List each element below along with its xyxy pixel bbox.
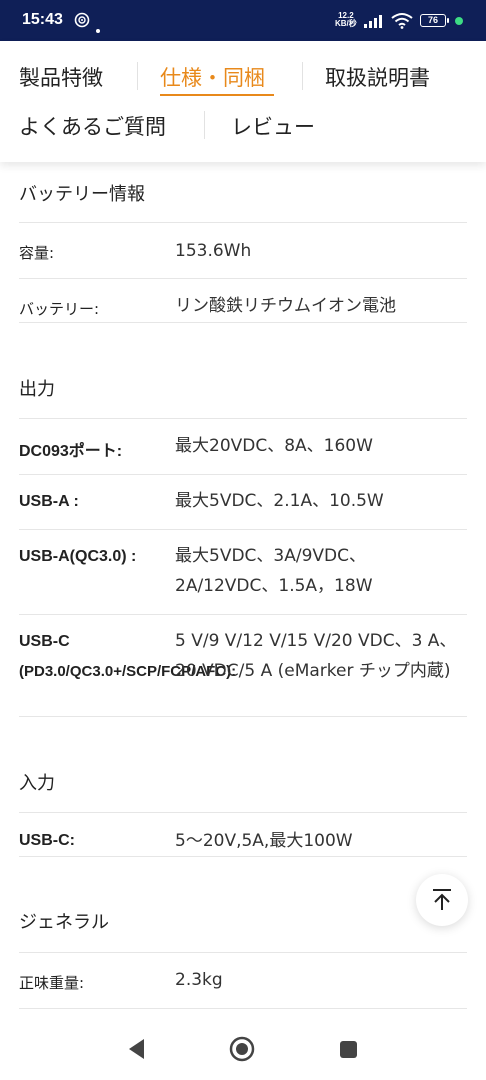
tab-specs[interactable]: 仕様・同梱 <box>160 62 265 92</box>
divider <box>19 952 467 953</box>
recents-square-icon[interactable] <box>339 1040 358 1059</box>
network-speed: 12.2 KB/秒 <box>335 12 357 28</box>
tab-separator <box>302 62 303 90</box>
system-nav-bar <box>0 1018 486 1080</box>
spec-value-capacity: 153.6Wh <box>175 241 252 261</box>
network-speed-unit: KB/秒 <box>335 19 357 28</box>
divider <box>19 716 467 717</box>
divider <box>19 614 467 615</box>
spec-value-dc093: 最大20VDC、8A、160W <box>175 436 373 456</box>
status-bar: 15:43 12.2 KB/秒 76 <box>0 0 486 41</box>
signal-icon <box>364 13 386 32</box>
spec-label-dc093: DC093ポート: <box>19 443 123 460</box>
divider <box>19 529 467 530</box>
section-title-input: 入力 <box>19 773 55 794</box>
tab-separator <box>204 111 205 139</box>
tab-faq[interactable]: よくあるご質問 <box>19 111 166 141</box>
status-time: 15:43 <box>22 11 63 28</box>
tab-manual[interactable]: 取扱説明書 <box>325 62 430 92</box>
home-circle-icon[interactable] <box>229 1036 255 1062</box>
section-title-output: 出力 <box>19 379 55 400</box>
wifi-icon <box>391 12 413 33</box>
tab-features[interactable]: 製品特徴 <box>19 62 103 92</box>
spec-label-usb-a: USB-A : <box>19 493 79 510</box>
spec-value-usb-c-out: 5 V/9 V/12 V/15 V/20 VDC、3 A、20 VDC/5 A … <box>175 631 457 681</box>
arrow-up-to-line-icon <box>433 889 451 910</box>
divider <box>19 418 467 419</box>
spec-label-weight: 正味重量: <box>19 974 85 992</box>
divider <box>19 278 467 279</box>
tab-reviews[interactable]: レビュー <box>231 111 315 141</box>
section-title-battery: バッテリー情報 <box>19 184 145 205</box>
divider <box>19 856 467 857</box>
divider <box>19 322 467 323</box>
divider <box>19 1008 467 1009</box>
spec-label-usb-a-qc: USB-A(QC3.0) : <box>19 548 137 565</box>
tab-active-underline <box>160 94 274 96</box>
divider <box>19 474 467 475</box>
spec-label-capacity: 容量: <box>19 244 55 262</box>
tab-separator <box>137 62 138 90</box>
spec-value-usb-a: 最大5VDC、2.1A、10.5W <box>175 491 384 511</box>
spec-label-usb-c-in: USB-C: <box>19 832 75 849</box>
spec-label-usb-c-out: USB-C <box>19 633 70 650</box>
scroll-to-top-button[interactable] <box>416 874 468 926</box>
divider <box>19 812 467 813</box>
back-triangle-icon[interactable] <box>127 1038 147 1060</box>
battery-level: 76 <box>427 15 438 25</box>
section-title-general: ジェネラル <box>19 912 109 933</box>
notification-dot-icon <box>96 18 100 37</box>
spec-value-usb-c-in: 5～20V,5A,最大100W <box>175 831 353 851</box>
spec-value-usb-a-qc: 最大5VDC、3A/9VDC、2A/12VDC、1.5A，18W <box>175 546 373 596</box>
battery-icon: 76 <box>420 14 449 27</box>
spec-value-battery: リン酸鉄リチウムイオン電池 <box>175 296 396 316</box>
spec-value-weight: 2.3kg <box>175 970 223 990</box>
divider <box>19 222 467 223</box>
spec-label-battery: バッテリー: <box>19 300 100 318</box>
hotspot-icon <box>74 12 90 32</box>
privacy-indicator-dot <box>455 17 463 25</box>
tab-bar: 製品特徴 仕様・同梱 取扱説明書 よくあるご質問 レビュー <box>0 41 486 162</box>
